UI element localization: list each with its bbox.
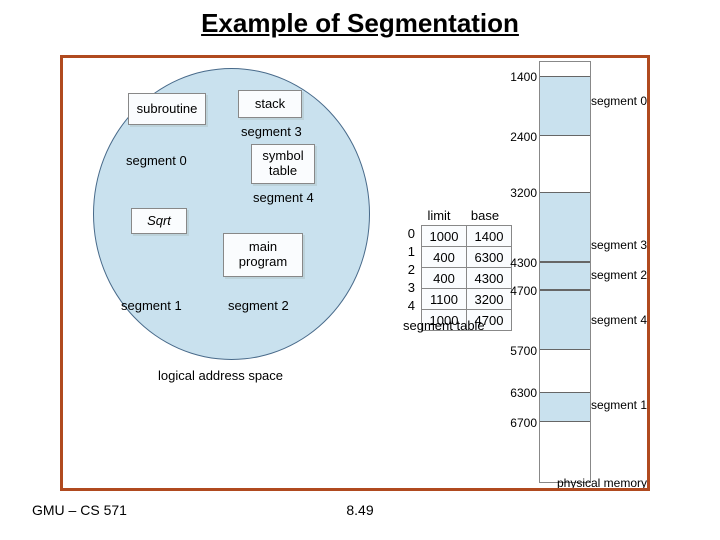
logical-address-space-label: logical address space [158,368,283,383]
physical-memory [539,61,591,483]
phys-label-seg3: segment 3 [591,238,647,252]
slide: Example of Segmentation subroutine segme… [0,0,720,540]
page-title: Example of Segmentation [0,8,720,39]
footer-page: 8.49 [0,502,720,518]
cell-base: 1400 [467,226,512,247]
phys-label-seg1: segment 1 [591,398,647,412]
addr-5700: 5700 [497,344,537,358]
phys-seg2-block [540,262,590,290]
segment-table-idx: 1 [403,243,415,261]
segment-table-indices: 0 1 2 3 4 [403,225,415,331]
addr-4700: 4700 [497,284,537,298]
segment-table: limit base 0 1 2 3 4 10001400 4006300 40… [403,208,512,331]
segment-table-idx: 4 [403,297,415,315]
phys-seg0-block [540,76,590,136]
cell-limit: 400 [422,268,467,289]
phys-seg3-block [540,192,590,262]
segment-table-header-base: base [467,208,503,223]
segment-label-1: segment 1 [121,298,182,313]
cell-limit: 400 [422,247,467,268]
segment-subroutine-box: subroutine [128,93,206,125]
segment-table-idx: 3 [403,279,415,297]
segment-label-3: segment 3 [241,124,302,139]
segment-label-2: segment 2 [228,298,289,313]
segment-table-header-limit: limit [421,208,457,223]
diagram-stage: subroutine segment 0 stack segment 3 sym… [63,58,647,488]
segment-table-grid: 10001400 4006300 4004300 11003200 100047… [421,225,512,331]
physical-memory-label: physical memory [557,476,647,490]
addr-3200: 3200 [497,186,537,200]
phys-label-seg0: segment 0 [591,94,647,108]
segment-label-0: segment 0 [126,153,187,168]
cell-limit: 1000 [422,226,467,247]
segment-table-idx: 0 [403,225,415,243]
phys-seg1-block [540,392,590,422]
addr-6300: 6300 [497,386,537,400]
addr-1400: 1400 [497,70,537,84]
segment-symtab-box: symbol table [251,144,315,184]
segment-table-label: segment table [403,318,485,333]
addr-6700: 6700 [497,416,537,430]
diagram-frame: subroutine segment 0 stack segment 3 sym… [60,55,650,491]
addr-2400: 2400 [497,130,537,144]
addr-4300: 4300 [497,256,537,270]
phys-label-seg4: segment 4 [591,313,647,327]
segment-main-box: main program [223,233,303,277]
segment-stack-box: stack [238,90,302,118]
phys-seg4-block [540,290,590,350]
segment-sqrt-box: Sqrt [131,208,187,234]
phys-label-seg2: segment 2 [591,268,647,282]
segment-label-4: segment 4 [253,190,314,205]
table-row: 10001400 [422,226,512,247]
segment-table-header: limit base [421,208,512,223]
cell-limit: 1100 [422,289,467,310]
segment-table-idx: 2 [403,261,415,279]
